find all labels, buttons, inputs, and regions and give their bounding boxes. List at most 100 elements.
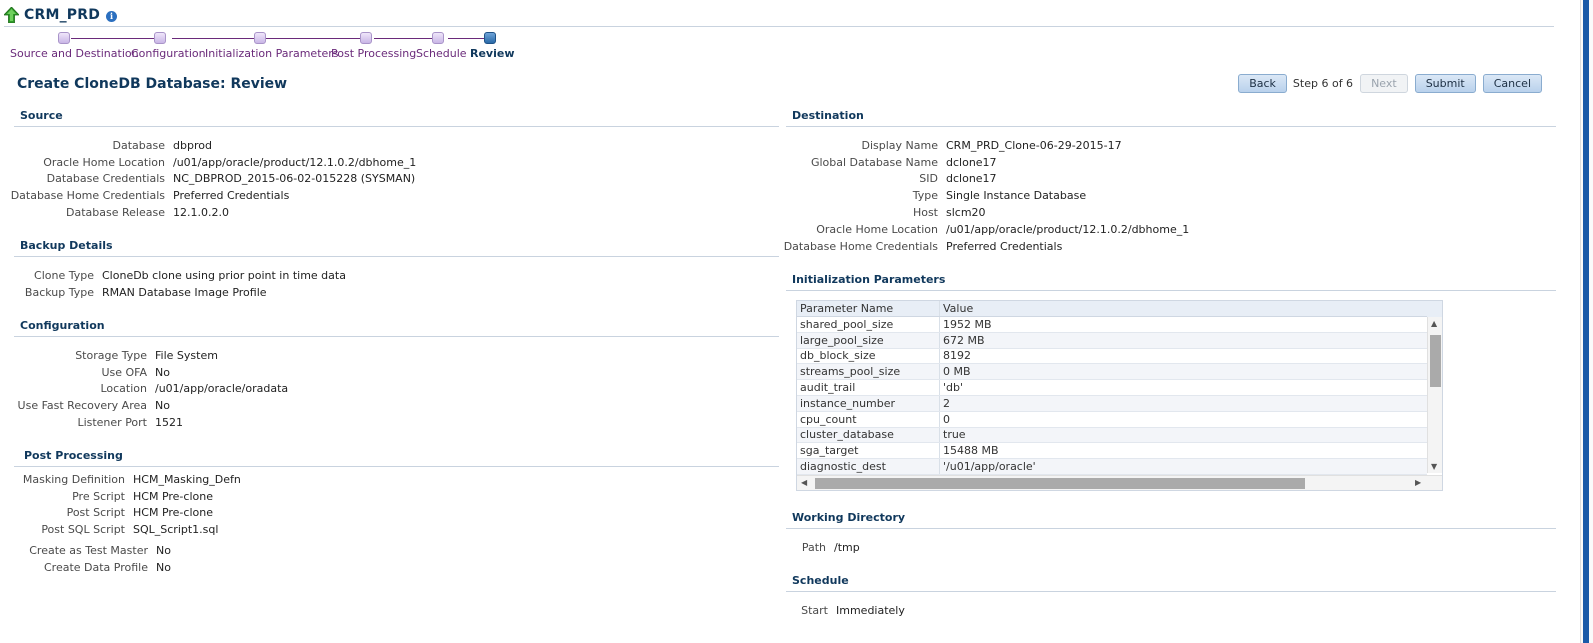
working-directory-details: Path/tmp <box>780 539 860 556</box>
step-indicator: Step 6 of 6 <box>1292 77 1354 90</box>
detail-value: No <box>155 399 170 413</box>
backup-details-heading: Backup Details <box>20 239 113 252</box>
detail-row: Storage Type File System <box>0 347 288 364</box>
scroll-down-icon[interactable]: ▼ <box>1431 462 1437 471</box>
train-stop-review <box>484 32 496 44</box>
horizontal-scrollbar[interactable]: ◀ ▶ <box>797 475 1442 490</box>
wizard-navigation: Back Step 6 of 6 Next Submit Cancel <box>1231 74 1542 93</box>
table-row: diagnostic_dest '/u01/app/oracle' <box>797 459 1427 475</box>
detail-label: Database <box>112 138 166 152</box>
detail-label: Listener Port <box>77 416 147 430</box>
table-header: Parameter Name Value <box>797 301 1427 317</box>
train-stop-configuration[interactable] <box>154 32 166 44</box>
parameter-value: 15488 MB <box>943 444 999 458</box>
section-divider <box>14 126 779 127</box>
parameter-value: 'db' <box>943 381 964 395</box>
detail-label: Masking Definition <box>22 472 125 486</box>
review-page: CRM_PRD i Source and Destination Configu… <box>0 0 1580 643</box>
detail-value: dclone17 <box>946 155 997 169</box>
source-details: Database dbprod Oracle Home Location/u01/… <box>0 137 417 221</box>
scroll-corner <box>1427 301 1442 317</box>
detail-label: Oracle Home Location <box>816 222 938 236</box>
scroll-up-icon[interactable]: ▲ <box>1431 319 1437 328</box>
parameter-value: 0 MB <box>943 365 971 379</box>
detail-row: Pre Script HCM Pre-clone <box>0 488 241 505</box>
target-title[interactable]: CRM_PRD <box>24 7 100 23</box>
parameter-name: streams_pool_size <box>797 364 940 380</box>
table-row: streams_pool_size 0 MB <box>797 364 1427 381</box>
column-header-parameter-name[interactable]: Parameter Name <box>797 301 940 316</box>
detail-label: Database Home Credentials <box>10 189 165 203</box>
detail-label: Create as Test Master <box>29 543 148 557</box>
header-divider <box>4 26 1554 27</box>
detail-label: Global Database Name <box>810 155 938 169</box>
table-row: audit_trail'db' <box>797 380 1427 396</box>
window-edge-scrollbar[interactable] <box>1580 0 1593 643</box>
table-row: db_block_size 8192 <box>797 348 1427 365</box>
detail-value: SQL_Script1.sql <box>133 523 219 537</box>
train-label-review: Review <box>470 47 515 60</box>
detail-label: Display Name <box>861 138 939 152</box>
train-label-source-destination[interactable]: Source and Destination <box>10 47 139 60</box>
parameter-value: 2 <box>943 396 950 410</box>
detail-label: Path <box>801 540 826 554</box>
info-icon[interactable]: i <box>106 10 118 22</box>
detail-value: 12.1.0.2.0 <box>173 206 229 220</box>
detail-value: File System <box>155 348 218 362</box>
detail-value: 1521 <box>155 416 183 430</box>
detail-row: Start Immediately <box>780 602 905 619</box>
destination-details: Display Name CRM_PRD_Clone-06-29-2015-17 … <box>780 137 1190 255</box>
train-connector <box>374 38 438 39</box>
scroll-right-icon[interactable]: ▶ <box>1415 478 1421 487</box>
detail-row: Clone Type CloneDb clone using prior poin… <box>0 267 346 284</box>
detail-row: Database Home Credentials Preferred Crede… <box>0 187 416 204</box>
detail-row: Database Release 12.1.0.2.0 <box>0 204 416 221</box>
detail-value: NC_DBPROD_2015-06-02-015228 (SYSMAN) <box>173 172 416 186</box>
section-divider <box>14 466 779 467</box>
detail-row: SID dclone17 <box>780 171 1189 188</box>
next-button[interactable]: Next <box>1360 74 1408 93</box>
train-connector <box>266 38 360 39</box>
scroll-left-icon[interactable]: ◀ <box>801 478 807 487</box>
detail-value: Immediately <box>836 603 905 617</box>
section-divider <box>786 591 1556 592</box>
detail-label: Database Home Credentials <box>783 239 938 253</box>
up-arrow-icon <box>4 7 19 23</box>
train-stop-post-processing[interactable] <box>360 32 372 44</box>
initialization-parameters-heading: Initialization Parameters <box>792 273 946 286</box>
train-stop-source-destination[interactable] <box>58 32 70 44</box>
page-title: Create CloneDB Database: Review <box>17 76 288 92</box>
detail-value: Preferred Credentials <box>946 239 1063 253</box>
train-label-initialization-parameters[interactable]: Initialization Parameters <box>205 47 339 60</box>
vertical-scrollbar[interactable]: ▲ ▼ <box>1427 317 1442 473</box>
detail-value: /u01/app/oracle/oradata <box>155 382 289 396</box>
table-row: shared_pool_size 1952 MB <box>797 317 1427 333</box>
submit-button[interactable]: Submit <box>1414 74 1476 93</box>
detail-value: Single Instance Database <box>946 189 1087 203</box>
vertical-scroll-thumb[interactable] <box>1430 335 1441 387</box>
section-divider <box>786 528 1556 529</box>
configuration-heading: Configuration <box>20 319 105 332</box>
table-row: sga_target 15488 MB <box>797 443 1427 460</box>
back-button[interactable]: Back <box>1238 74 1287 93</box>
train-label-post-processing[interactable]: Post Processing <box>331 47 416 60</box>
detail-row: Location/u01/app/oracle/oradata <box>0 381 288 398</box>
train-label-schedule[interactable]: Schedule <box>416 47 467 60</box>
cancel-button[interactable]: Cancel <box>1482 74 1542 93</box>
detail-row: Global Database Name dclone17 <box>780 154 1189 171</box>
source-heading: Source <box>20 109 63 122</box>
horizontal-scroll-thumb[interactable] <box>815 478 1305 489</box>
detail-row: Post SQL Script SQL_Script1.sql <box>0 521 241 538</box>
table-row: cluster_database true <box>797 427 1427 444</box>
post-processing-options: Create as Test Master No Create Data Prof… <box>0 542 171 576</box>
train-label-configuration[interactable]: Configuration <box>131 47 206 60</box>
detail-value: dclone17 <box>946 172 997 186</box>
detail-value: /u01/app/oracle/product/12.1.0.2/dbhome_… <box>173 155 417 169</box>
section-divider <box>14 336 779 337</box>
column-header-value[interactable]: Value <box>940 301 1427 316</box>
parameter-value: 0 <box>943 412 950 426</box>
train-stop-initialization-parameters[interactable] <box>254 32 266 44</box>
detail-label: Database Credentials <box>46 172 165 186</box>
detail-value: HCM_Masking_Defn <box>133 472 241 486</box>
train-stop-schedule[interactable] <box>432 32 444 44</box>
